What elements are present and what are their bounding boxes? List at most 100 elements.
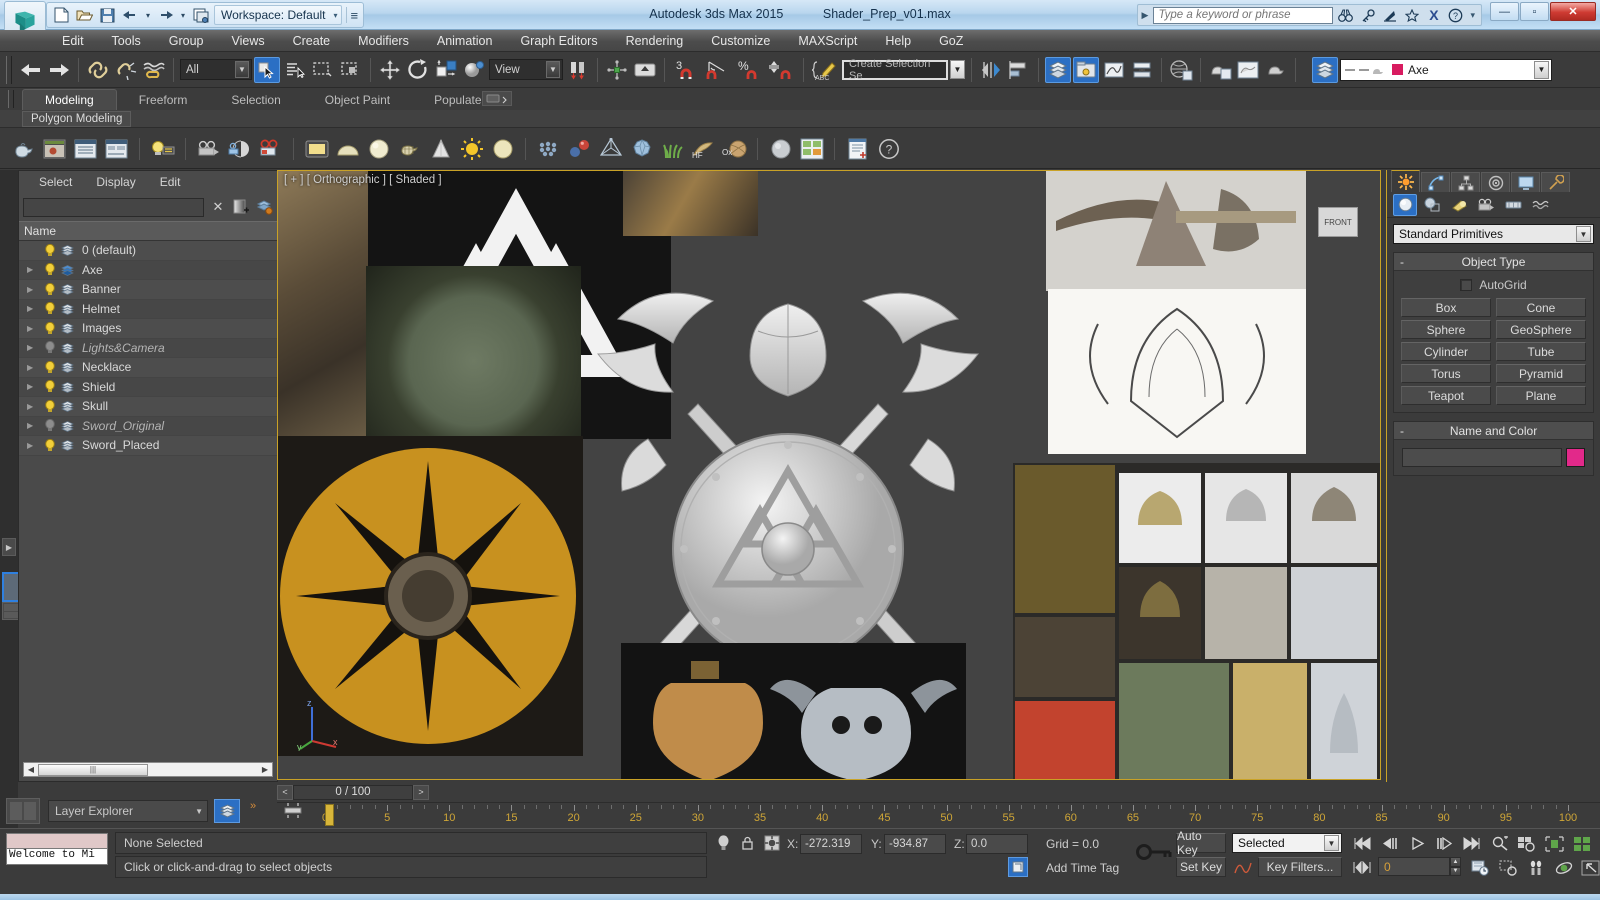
torus-button[interactable]: Torus: [1401, 364, 1491, 383]
layer-row[interactable]: ▶Lights&Camera: [19, 339, 277, 359]
layer-stack-icon[interactable]: [60, 302, 74, 315]
expand-arrow-icon[interactable]: ▶: [27, 421, 39, 430]
absolute-relative-mode-icon[interactable]: [762, 833, 782, 853]
minimize-button[interactable]: —: [1490, 2, 1519, 21]
material-list-icon[interactable]: [72, 135, 99, 162]
subcategory-combo[interactable]: Standard Primitives ▼: [1393, 224, 1594, 244]
layer-row[interactable]: ▶Skull: [19, 397, 277, 417]
qat-overflow-icon[interactable]: ≡: [351, 8, 359, 23]
layer-horizontal-scrollbar[interactable]: ◀ ||| ▶: [23, 762, 273, 777]
layer-visibility-bulb-icon[interactable]: [43, 439, 56, 452]
angle-snap-toggle-icon[interactable]: [703, 57, 733, 83]
use-selection-center-icon[interactable]: [604, 57, 630, 83]
menu-item-goz[interactable]: GoZ: [925, 32, 977, 50]
keyword-search-box[interactable]: ▶ X ? ▾: [1137, 4, 1482, 26]
object-type-header[interactable]: - Object Type: [1394, 253, 1593, 271]
maxscript-listener[interactable]: Welcome to Mi: [6, 833, 108, 863]
delete-layer-icon[interactable]: [255, 198, 273, 216]
maximize-viewport-icon[interactable]: [1578, 857, 1600, 878]
layer-row[interactable]: ▶Banner: [19, 280, 277, 300]
select-and-scale-icon[interactable]: [433, 57, 459, 83]
chevron-down-icon[interactable]: ▼: [546, 61, 560, 78]
teapot-button[interactable]: Teapot: [1401, 386, 1491, 405]
prompt-bulb-icon[interactable]: [714, 834, 732, 852]
layer-stack-icon[interactable]: [60, 341, 74, 354]
box-button[interactable]: Box: [1401, 298, 1491, 317]
material-editor-icon[interactable]: [1168, 57, 1194, 83]
rectangular-selection-region-icon[interactable]: [310, 57, 336, 83]
key-icon[interactable]: [1358, 6, 1377, 24]
zoom-extents-all-icon[interactable]: [1514, 833, 1538, 854]
layer-explorer-toggle-icon[interactable]: [1045, 57, 1071, 83]
chevron-down-icon[interactable]: ▼: [1324, 835, 1339, 851]
expand-arrow-icon[interactable]: ▶: [27, 324, 39, 333]
select-and-rotate-icon[interactable]: [405, 57, 431, 83]
layer-stack-icon[interactable]: [60, 419, 74, 432]
viewport-label[interactable]: [ + ] [ Orthographic ] [ Shaded ]: [284, 174, 442, 186]
exchange-icon[interactable]: X: [1424, 6, 1443, 24]
sphere-material-icon[interactable]: [365, 135, 392, 162]
layer-visibility-bulb-icon[interactable]: [43, 263, 56, 276]
schematic-view-icon[interactable]: [1129, 57, 1155, 83]
toolbar-grip[interactable]: [6, 56, 12, 84]
select-and-move-icon[interactable]: [377, 57, 403, 83]
layer-row[interactable]: ▶Helmet: [19, 300, 277, 320]
set-key-button[interactable]: Set Key: [1176, 857, 1226, 877]
time-slider-handle[interactable]: [325, 804, 334, 826]
redo-dropdown-icon[interactable]: ▾: [179, 6, 187, 25]
layer-menu-select[interactable]: Select: [27, 173, 84, 191]
new-layer-icon[interactable]: [232, 198, 250, 216]
star-icon[interactable]: [1402, 6, 1421, 24]
menu-item-modifiers[interactable]: Modifiers: [344, 32, 423, 50]
reference-coordinate-combo[interactable]: View ▼: [489, 59, 563, 80]
layer-visibility-bulb-icon[interactable]: [43, 361, 56, 374]
layer-row[interactable]: ▶Axe: [19, 261, 277, 281]
expand-arrow-icon[interactable]: ▶: [27, 441, 39, 450]
time-configuration-icon[interactable]: [1468, 857, 1492, 878]
new-file-icon[interactable]: [52, 6, 71, 25]
light-lister-icon[interactable]: [149, 135, 176, 162]
key-filters-button[interactable]: Key Filters...: [1258, 857, 1342, 877]
layer-visibility-bulb-icon[interactable]: [43, 322, 56, 335]
previous-frame-icon[interactable]: [1378, 833, 1402, 854]
undo-scene-icon[interactable]: [18, 57, 44, 83]
help-circle-icon[interactable]: ?: [875, 135, 902, 162]
maxscript-listener-pink[interactable]: [6, 833, 108, 849]
dock-layer-explorer-icon[interactable]: [214, 799, 240, 823]
rollout-collapse-icon[interactable]: -: [1394, 424, 1410, 438]
auto-key-button[interactable]: Auto Key: [1176, 833, 1226, 853]
scroll-right-icon[interactable]: ▶: [258, 765, 272, 774]
expand-arrow-icon[interactable]: ▶: [27, 402, 39, 411]
open-file-icon[interactable]: [75, 6, 94, 25]
expand-arrow-icon[interactable]: ▶: [27, 304, 39, 313]
zoom-all-viewports-icon[interactable]: [1570, 833, 1594, 854]
layer-stack-icon[interactable]: [60, 263, 74, 276]
key-toggle-icon[interactable]: [1134, 839, 1174, 865]
camera-red-icon[interactable]: [257, 135, 284, 162]
pyramid-button[interactable]: Pyramid: [1496, 364, 1586, 383]
scroll-left-icon[interactable]: ◀: [24, 765, 38, 774]
layer-row[interactable]: ▶Shield: [19, 378, 277, 398]
select-and-place-icon[interactable]: [461, 57, 487, 83]
modify-tab[interactable]: [1421, 172, 1450, 192]
bind-to-space-warp-icon[interactable]: [141, 57, 167, 83]
space-warp-icon[interactable]: [597, 135, 624, 162]
cylinder-button[interactable]: Cylinder: [1401, 342, 1491, 361]
sphere-button[interactable]: Sphere: [1401, 320, 1491, 339]
next-frame-button[interactable]: >: [413, 785, 429, 800]
geosphere-button[interactable]: GeoSphere: [1496, 320, 1586, 339]
redo-icon[interactable]: [156, 6, 175, 25]
sun-icon[interactable]: [458, 135, 485, 162]
ribbon-tab-selection[interactable]: Selection: [209, 90, 302, 110]
hierarchy-tab[interactable]: [1451, 172, 1480, 192]
time-tag-icon[interactable]: [1008, 857, 1028, 877]
viewport[interactable]: [ + ] [ Orthographic ] [ Shaded ]: [277, 170, 1381, 780]
ribbon-grip[interactable]: [8, 90, 14, 108]
layer-row[interactable]: ▶Necklace: [19, 358, 277, 378]
maximize-button[interactable]: ▫: [1520, 2, 1549, 21]
helpers-icon[interactable]: [1501, 194, 1525, 216]
key-curve-icon[interactable]: [1232, 857, 1254, 877]
layer-visibility-bulb-icon[interactable]: [43, 244, 56, 257]
menu-item-animation[interactable]: Animation: [423, 32, 507, 50]
rollout-collapse-icon[interactable]: -: [1394, 255, 1410, 269]
